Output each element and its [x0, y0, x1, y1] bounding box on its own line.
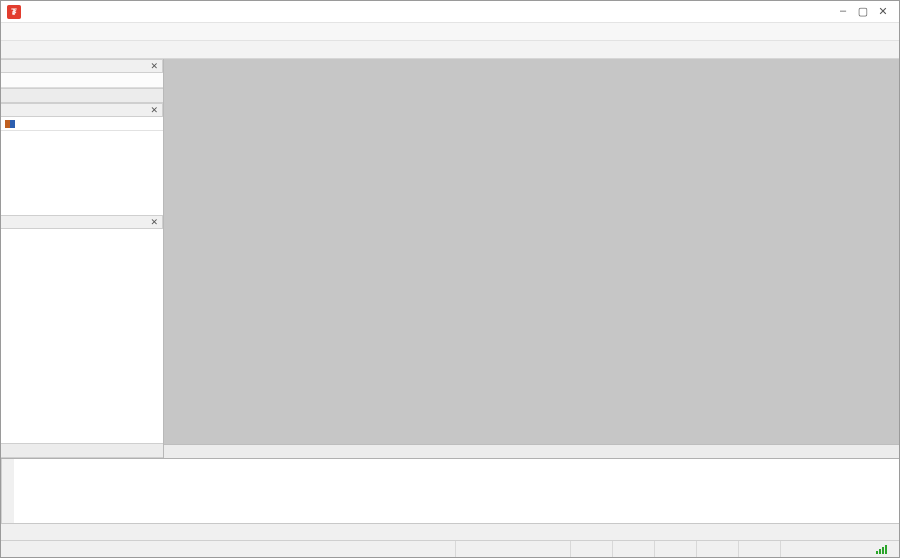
menubar	[1, 23, 899, 41]
maximize-button[interactable]: ▢	[853, 5, 873, 18]
close-icon[interactable]: ✕	[150, 61, 158, 72]
toolbox-panel	[1, 458, 899, 523]
market-watch	[1, 73, 163, 88]
app-icon: ₮	[7, 5, 21, 19]
navigator-tabs	[1, 443, 163, 458]
data-window-fields	[1, 131, 163, 215]
data-window-header: ✕	[1, 103, 163, 117]
status-profile[interactable]	[456, 541, 571, 557]
window-controls: –▢✕	[833, 5, 893, 18]
chart-tab-bar	[164, 444, 899, 458]
main-area: ✕ ✕ ✕	[1, 59, 899, 458]
market-watch-tabs	[1, 88, 163, 103]
market-watch-columns	[1, 73, 163, 88]
navigator-tree	[1, 229, 163, 443]
navigator-header: ✕	[1, 215, 163, 229]
close-button[interactable]: ✕	[873, 5, 893, 18]
left-panels: ✕ ✕ ✕	[1, 59, 164, 458]
toolbar	[1, 41, 899, 59]
data-window-symbol-row	[1, 117, 163, 131]
toolbox-vertical-label[interactable]	[1, 459, 14, 523]
titlebar: ₮ –▢✕	[1, 1, 899, 23]
chart-area	[164, 59, 899, 458]
toolbox-tab-bar	[1, 523, 899, 540]
close-icon[interactable]: ✕	[150, 217, 158, 228]
statusbar	[1, 540, 899, 557]
market-watch-header: ✕	[1, 59, 163, 73]
status-help-text	[1, 541, 456, 557]
connection-status[interactable]	[876, 545, 899, 554]
signal-bars-icon	[876, 545, 887, 554]
close-icon[interactable]: ✕	[150, 105, 158, 116]
mt5-window: ₮ –▢✕ ✕ ✕	[0, 0, 900, 558]
chart-icon	[5, 120, 15, 128]
minimize-button[interactable]: –	[833, 5, 853, 18]
